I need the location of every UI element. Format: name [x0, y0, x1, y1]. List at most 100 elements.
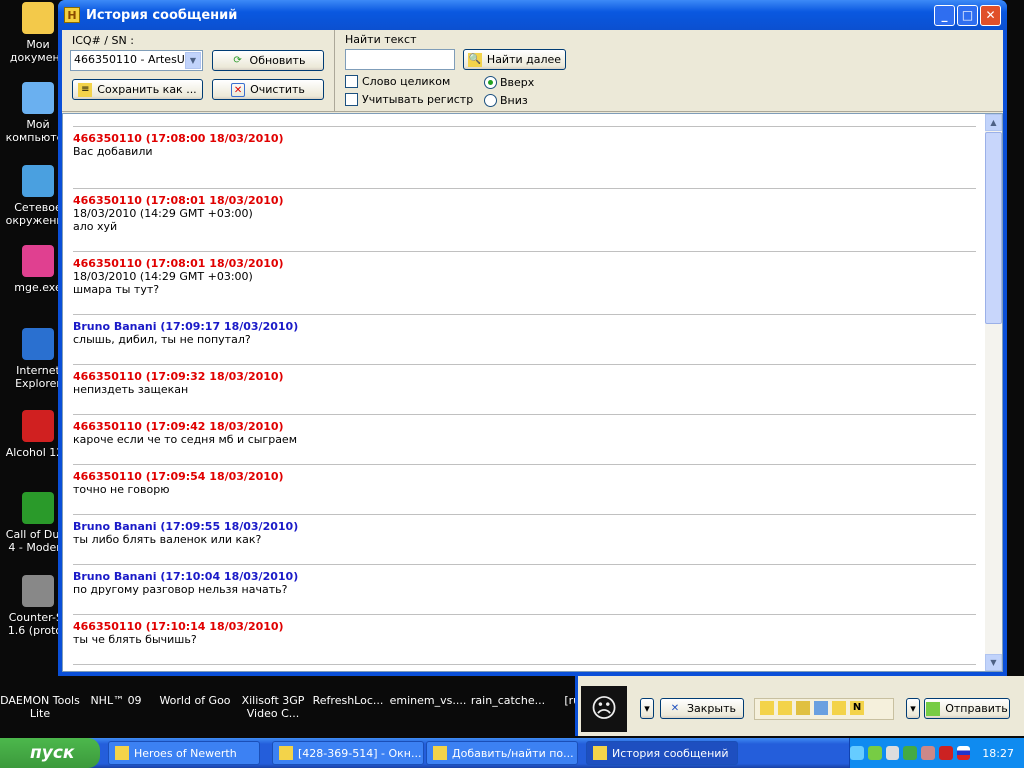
- title-bar[interactable]: H История сообщений _ □ ✕: [58, 0, 1007, 30]
- chevron-down-icon[interactable]: ▼: [185, 52, 201, 69]
- desktop-icon-label: Xilisoft 3GP Video C...: [241, 694, 305, 720]
- network-icon[interactable]: [921, 746, 935, 760]
- quote-icon[interactable]: [760, 701, 774, 715]
- clear-label: Очистить: [250, 83, 305, 96]
- task-label: История сообщений: [612, 746, 729, 760]
- message-header: 466350110 (17:08:00 18/03/2010): [73, 132, 284, 145]
- taskbar-button[interactable]: История сообщений: [586, 741, 738, 765]
- save-as-label: Сохранить как ...: [97, 83, 197, 96]
- hz-icon[interactable]: [885, 746, 900, 760]
- taskbar-button[interactable]: Добавить/найти по...: [426, 741, 578, 765]
- message-text: Вас добавили: [73, 145, 153, 158]
- message-text: точно не говорю: [73, 483, 170, 496]
- taskbar-button[interactable]: [428-369-514] - Окн...: [272, 741, 424, 765]
- taskbar: пуск Heroes of Newerth [428-369-514] - Ок…: [0, 738, 1024, 768]
- match-case-checkbox[interactable]: [345, 93, 358, 106]
- task-label: [428-369-514] - Окн...: [298, 746, 422, 760]
- message-item: 466350110 (17:09:42 18/03/2010) кароче ес…: [73, 414, 976, 446]
- send-button[interactable]: Отправить: [924, 698, 1010, 719]
- scroll-thumb[interactable]: [985, 132, 1002, 324]
- divider: [334, 30, 335, 112]
- icq-icon[interactable]: [867, 746, 882, 760]
- task-icon: [593, 746, 607, 760]
- toolbar: ICQ# / SN : 466350110 - ArtesUA ▼ ⟳ Обнови…: [62, 30, 1003, 112]
- x-icon: ✕: [231, 82, 246, 97]
- down-radio[interactable]: [484, 94, 497, 107]
- n-icon[interactable]: N: [850, 701, 864, 715]
- refresh-icon: ⟳: [233, 54, 242, 66]
- message-item: 466350110 (17:10:14 18/03/2010) ты че бля…: [73, 614, 976, 646]
- layout-icon[interactable]: [832, 701, 846, 715]
- desktop-icon-label: RefreshLoc...: [312, 694, 384, 707]
- task-icon: [115, 746, 129, 760]
- message-text: 18/03/2010 (14:29 GMT +03:00): [73, 207, 253, 220]
- message-header: 466350110 (17:09:32 18/03/2010): [73, 370, 284, 383]
- message-text: по другому разговор нельзя начать?: [73, 583, 288, 596]
- book-icon[interactable]: [796, 701, 810, 715]
- desktop-icon-label: eminem_vs....: [389, 694, 467, 707]
- message-item: 466350110 (17:08:00 18/03/2010) Вас добав…: [73, 126, 976, 158]
- message-header: 466350110 (17:09:42 18/03/2010): [73, 420, 284, 433]
- message-header: Bruno Banani (17:09:17 18/03/2010): [73, 320, 299, 333]
- desktop-icon-label: DAEMON Tools Lite: [0, 694, 80, 720]
- desktop-icon[interactable]: DAEMON Tools Lite: [0, 694, 80, 720]
- task-label: Добавить/найти по...: [452, 746, 574, 760]
- dropdown-button[interactable]: ▾: [640, 698, 654, 719]
- clock: 18:27: [982, 746, 1014, 760]
- message-header: Bruno Banani (17:10:04 18/03/2010): [73, 570, 299, 583]
- account-value: 466350110 - ArtesUA: [74, 53, 193, 66]
- shortcut-icon: [22, 165, 54, 197]
- desktop-icon-label: mge.exe: [14, 281, 62, 294]
- desktop-icon[interactable]: NHL™ 09: [76, 694, 156, 707]
- shortcut-icon: [22, 410, 54, 442]
- scrollbar[interactable]: ▲ ▼: [985, 114, 1002, 671]
- account-select[interactable]: 466350110 - ArtesUA ▼: [70, 50, 203, 71]
- kaspersky-icon[interactable]: [938, 746, 953, 760]
- refresh-button[interactable]: ⟳ Обновить: [212, 50, 324, 71]
- send-icon: [926, 701, 941, 716]
- desktop-icon[interactable]: RefreshLoc...: [308, 694, 388, 707]
- desktop-icon[interactable]: Xilisoft 3GP Video C...: [233, 694, 313, 720]
- shortcut-icon: [22, 2, 54, 34]
- translit-icon[interactable]: [814, 701, 828, 715]
- whole-word-checkbox[interactable]: [345, 75, 358, 88]
- find-next-button[interactable]: 🔍 Найти далее: [463, 49, 566, 70]
- scroll-down-arrow[interactable]: ▼: [985, 654, 1002, 671]
- shortcut-icon: [22, 492, 54, 524]
- account-label: ICQ# / SN :: [72, 34, 134, 47]
- message-header: 466350110 (17:08:01 18/03/2010): [73, 257, 284, 270]
- desktop-icon-label: World of Goo: [159, 694, 231, 707]
- message-log[interactable]: 466350110 (17:08:00 18/03/2010) Вас добав…: [62, 113, 1003, 672]
- message-header: 466350110 (17:08:01 18/03/2010): [73, 194, 284, 207]
- message-text: ты че блять бычишь?: [73, 633, 197, 646]
- find-label: Найти текст: [345, 33, 417, 46]
- desktop-icon[interactable]: World of Goo: [155, 694, 235, 707]
- start-button[interactable]: пуск: [0, 738, 100, 768]
- find-input[interactable]: [345, 49, 455, 70]
- find-icon: 🔍: [467, 52, 482, 67]
- avatar: ☹: [581, 686, 627, 732]
- message-item: 466350110 (17:08:01 18/03/2010) 18/03/201…: [73, 188, 976, 233]
- message-text: кароче если че то седня мб и сыграем: [73, 433, 298, 446]
- tray-arrow-icon[interactable]: [850, 746, 864, 760]
- chat-close-button[interactable]: ✕ Закрыть: [660, 698, 744, 719]
- maximize-button[interactable]: □: [957, 4, 978, 26]
- minimize-button[interactable]: _: [934, 4, 955, 26]
- send-options-button[interactable]: ▾: [906, 698, 920, 719]
- note-icon[interactable]: [778, 701, 792, 715]
- up-radio[interactable]: [484, 76, 497, 89]
- close-button[interactable]: ✕: [980, 4, 1001, 26]
- scroll-up-arrow[interactable]: ▲: [985, 114, 1002, 131]
- message-header: 466350110 (17:10:14 18/03/2010): [73, 620, 284, 633]
- desktop-icon[interactable]: eminem_vs....: [388, 694, 468, 707]
- clear-button[interactable]: ✕ Очистить: [212, 79, 324, 100]
- language-icon[interactable]: [956, 746, 971, 760]
- window-title: История сообщений: [86, 7, 238, 23]
- message-separator: [73, 664, 976, 670]
- refresh-label: Обновить: [249, 54, 306, 67]
- format-toolbar: N: [754, 698, 894, 720]
- flower-icon[interactable]: [903, 746, 918, 760]
- desktop-icon[interactable]: rain_catche...: [468, 694, 548, 707]
- save-as-button[interactable]: ≡ Сохранить как ...: [72, 79, 203, 100]
- taskbar-button[interactable]: Heroes of Newerth: [108, 741, 260, 765]
